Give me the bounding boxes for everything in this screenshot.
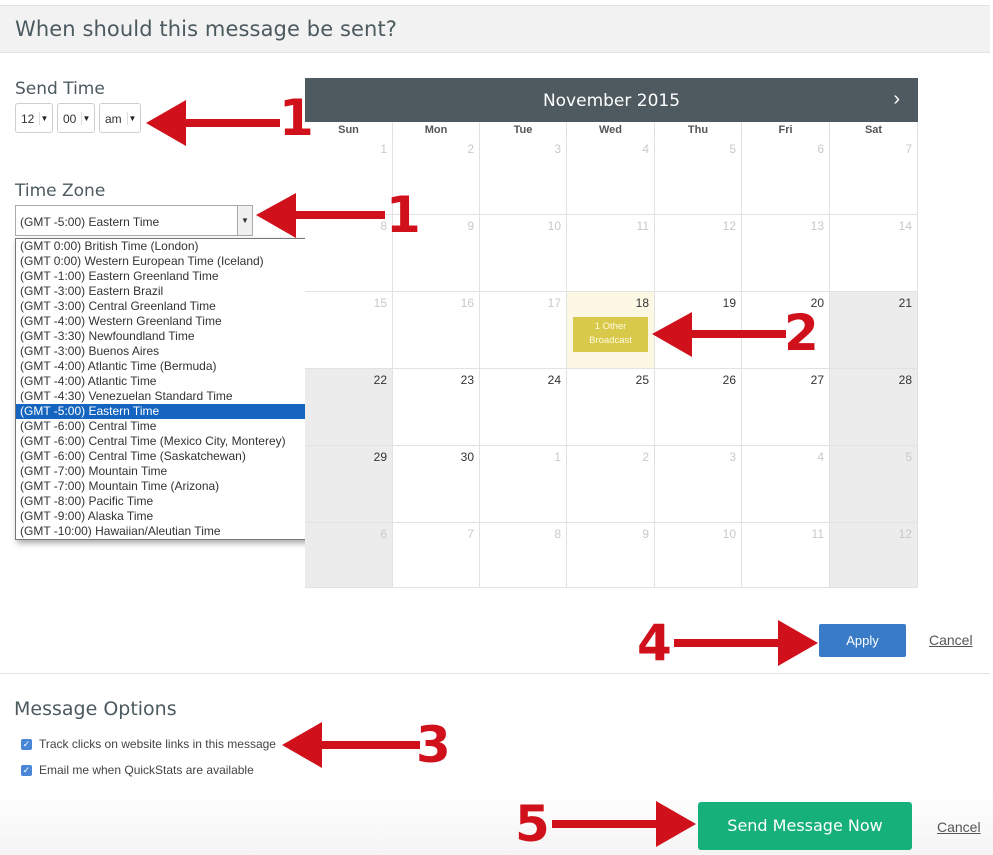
annotation-arrow-1b bbox=[290, 211, 385, 219]
annotation-number-5: 5 bbox=[515, 795, 550, 853]
annotation-arrow-5 bbox=[552, 820, 662, 828]
annotation-arrow-2 bbox=[686, 330, 786, 338]
annotation-number-2: 2 bbox=[784, 304, 819, 362]
annotation-arrow-1a bbox=[180, 119, 280, 127]
annotation-number-4: 4 bbox=[637, 614, 672, 672]
annotation-arrow-4 bbox=[674, 639, 784, 647]
annotation-arrowhead-2 bbox=[652, 312, 692, 357]
annotation-number-3: 3 bbox=[416, 716, 451, 774]
annotation-arrows bbox=[146, 100, 818, 847]
annotation-arrowhead-4 bbox=[778, 620, 818, 666]
annotation-arrow-3 bbox=[316, 741, 420, 749]
annotation-arrowhead-5 bbox=[656, 801, 696, 847]
annotation-arrowhead-1b bbox=[256, 193, 296, 238]
annotation-number-1b: 1 bbox=[386, 186, 421, 244]
annotation-number-1a: 1 bbox=[279, 89, 314, 147]
annotation-arrowhead-1a bbox=[146, 100, 186, 146]
annotation-arrowhead-3 bbox=[282, 722, 322, 768]
